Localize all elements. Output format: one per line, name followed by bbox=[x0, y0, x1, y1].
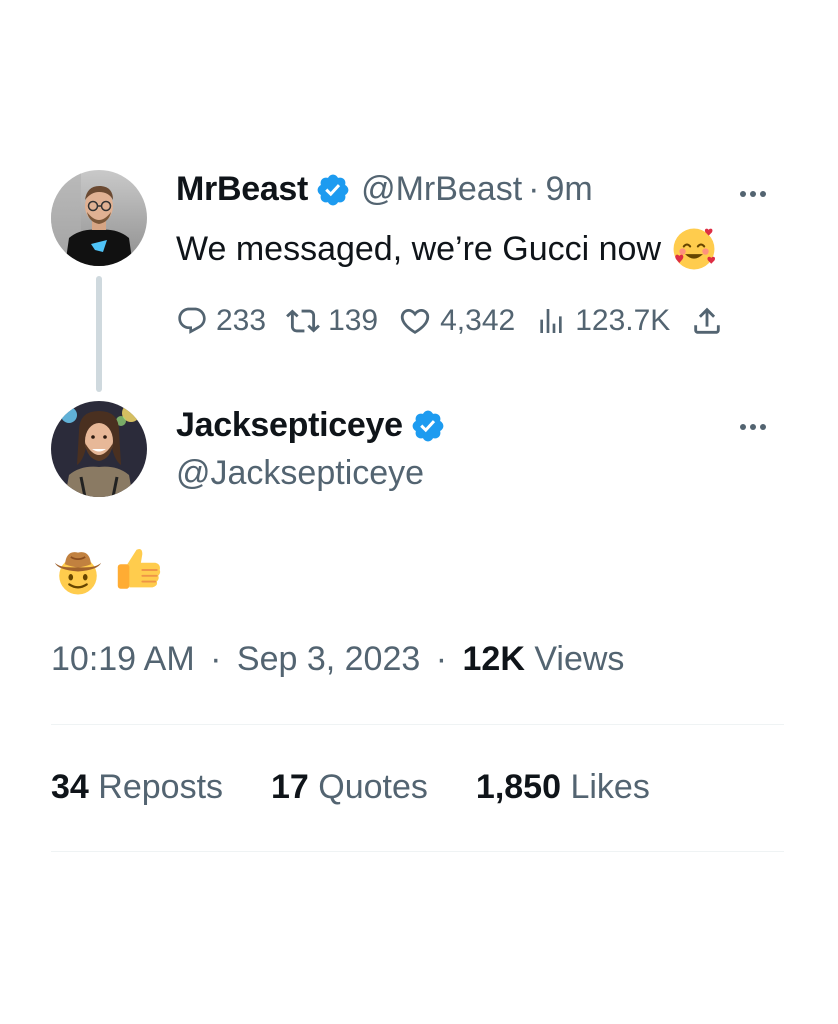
engagement-stats: 34 Reposts 17 Quotes 1,850 Likes bbox=[51, 768, 650, 807]
author-handle[interactable]: @MrBeast bbox=[361, 170, 522, 209]
reply-author-display-name[interactable]: Jacksepticeye bbox=[176, 406, 403, 445]
reply-author-handle[interactable]: @Jacksepticeye bbox=[176, 454, 424, 493]
views-count: 123.7K bbox=[575, 304, 671, 337]
likes-label: Likes bbox=[570, 768, 650, 806]
share-icon bbox=[694, 307, 721, 334]
divider bbox=[51, 851, 784, 852]
author-display-name[interactable]: MrBeast bbox=[176, 170, 308, 209]
avatar-mrbeast[interactable] bbox=[51, 170, 147, 266]
reposts-stat[interactable]: 34 Reposts bbox=[51, 768, 223, 807]
reply-tweet-header: Jacksepticeye bbox=[176, 406, 446, 445]
like-button[interactable]: 4,342 bbox=[398, 304, 515, 338]
tweet-action-bar: 233 139 4,342 123.7K bbox=[176, 304, 724, 338]
reposts-label: Reposts bbox=[98, 768, 224, 806]
repost-icon bbox=[286, 309, 320, 333]
tweet-date[interactable]: Sep 3, 2023 bbox=[237, 640, 420, 678]
reply-button[interactable]: 233 bbox=[176, 304, 266, 338]
quotes-stat[interactable]: 17 Quotes bbox=[271, 768, 428, 807]
verified-badge-icon[interactable] bbox=[410, 408, 446, 444]
like-count: 4,342 bbox=[440, 304, 516, 337]
heart-icon bbox=[400, 308, 430, 334]
verified-badge-icon[interactable] bbox=[315, 172, 351, 208]
quotes-count: 17 bbox=[271, 768, 309, 806]
avatar-jacksepticeye[interactable] bbox=[51, 401, 147, 497]
views-label: Views bbox=[534, 640, 625, 678]
cowboy-hat-face-icon bbox=[54, 552, 102, 595]
separator-dot: · bbox=[528, 170, 540, 208]
more-options-icon[interactable] bbox=[740, 191, 766, 197]
tweet-timestamp[interactable]: 9m bbox=[546, 170, 593, 209]
reposts-count: 34 bbox=[51, 768, 89, 806]
likes-stat[interactable]: 1,850 Likes bbox=[476, 768, 650, 807]
views-count: 12K bbox=[462, 640, 525, 678]
reply-tweet-meta: 10:19 AM · Sep 3, 2023 · 12K Views bbox=[51, 640, 624, 679]
more-options-icon[interactable] bbox=[740, 424, 766, 430]
reply-tweet-text bbox=[52, 544, 164, 596]
smiling-face-with-hearts-icon bbox=[673, 228, 716, 270]
tweet-time[interactable]: 10:19 AM bbox=[51, 640, 195, 678]
share-button[interactable] bbox=[690, 304, 724, 338]
views-button[interactable]: 123.7K bbox=[535, 304, 670, 338]
thread-connector-line bbox=[96, 276, 102, 392]
reply-icon bbox=[178, 307, 206, 334]
repost-count: 139 bbox=[328, 304, 379, 337]
quotes-label: Quotes bbox=[318, 768, 428, 806]
divider bbox=[51, 724, 784, 725]
parent-tweet-header: MrBeast @MrBeast · 9m bbox=[176, 170, 593, 209]
likes-count: 1,850 bbox=[475, 768, 562, 806]
tweet-text-content: We messaged, we’re Gucci now bbox=[176, 229, 662, 268]
thumbs-up-icon bbox=[117, 548, 161, 589]
tweet-text: We messaged, we’re Gucci now bbox=[176, 226, 717, 272]
separator-dot: · bbox=[210, 640, 222, 678]
separator-dot: · bbox=[435, 640, 448, 678]
repost-button[interactable]: 139 bbox=[286, 304, 378, 338]
reply-count: 233 bbox=[216, 304, 267, 337]
views-chart-icon bbox=[540, 309, 562, 333]
